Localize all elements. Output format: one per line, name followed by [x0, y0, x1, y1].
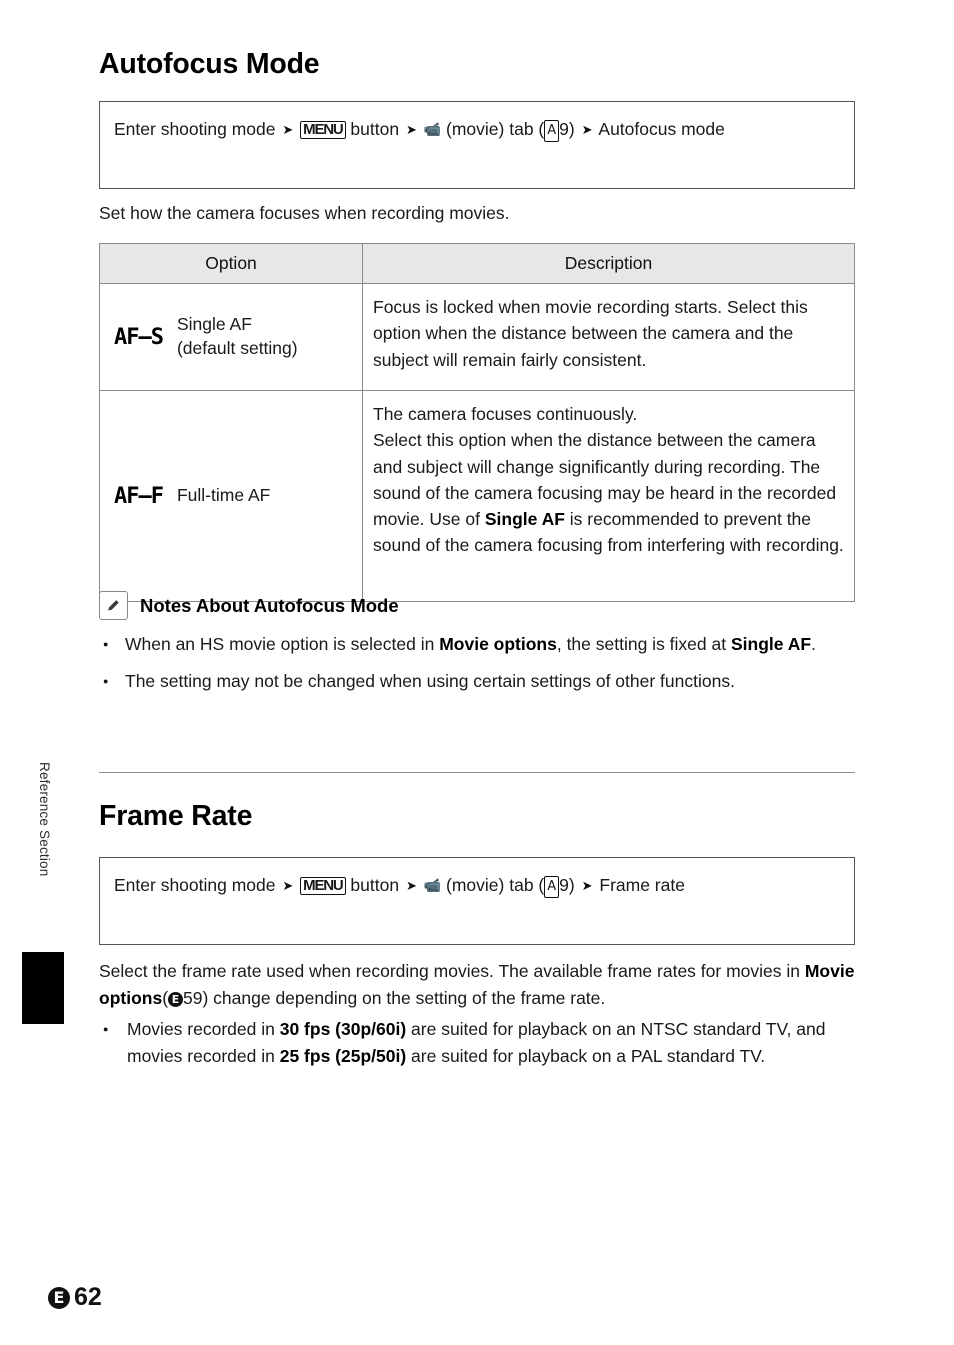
- page-title-frame-rate: Frame Rate: [99, 800, 253, 832]
- notes-list: When an HS movie option is selected in M…: [99, 631, 855, 695]
- option-label-line1: Single AF: [176, 314, 252, 335]
- nav-step-text: Enter shooting mode: [114, 875, 276, 895]
- manual-book-icon: A: [544, 120, 560, 143]
- bullet-bold-30fps: 30 fps (30p/60i): [279, 1019, 407, 1040]
- nav-step-text-3: (movie) tab (: [446, 875, 545, 895]
- intro-text-autofocus: Set how the camera focuses when recordin…: [99, 203, 510, 223]
- description-bold-single-af: Single AF: [484, 509, 565, 529]
- notes-heading-text: Notes About Autofocus Mode: [140, 594, 399, 616]
- nav-step-text-2: button: [350, 875, 400, 895]
- intro-ref-number: 59: [183, 988, 203, 1009]
- column-header-option: Option: [99, 243, 363, 284]
- table-row: AF–S Single AF (default setting) Focus i…: [99, 283, 855, 391]
- movie-camera-icon: 📹: [423, 878, 442, 894]
- nav-page-ref: 9): [559, 875, 575, 895]
- af-f-icon: AF–F: [114, 483, 164, 509]
- bullet-text-pre: Movies recorded in: [127, 1019, 280, 1040]
- nav-step-text-2: button: [350, 119, 400, 139]
- note-text: The setting may not be changed when usin…: [125, 671, 735, 692]
- nav-step-text-3: (movie) tab (: [446, 119, 545, 139]
- nav-page-ref: 9): [559, 119, 575, 139]
- nav-step-text: Enter shooting mode: [114, 119, 276, 139]
- list-item: The setting may not be changed when usin…: [99, 668, 855, 695]
- arrow-icon: ➤: [405, 878, 417, 894]
- bullet-bold-25fps: 25 fps (25p/50i): [279, 1046, 407, 1067]
- page-footer: E 62: [48, 1283, 102, 1312]
- bullet-text-post: are suited for playback on a PAL standar…: [406, 1046, 766, 1067]
- note-bold-movie-options: Movie options: [439, 634, 557, 654]
- list-item: Movies recorded in 30 fps (30p/60i) are …: [99, 1016, 857, 1070]
- nav-step-text-4: Frame rate: [599, 875, 685, 895]
- side-tab-marker: [22, 952, 64, 1024]
- option-cell-single-af: AF–S Single AF (default setting): [99, 283, 363, 391]
- arrow-icon: ➤: [581, 122, 593, 138]
- menu-button-icon: MENU: [300, 121, 346, 139]
- arrow-icon: ➤: [405, 122, 417, 138]
- pencil-note-icon: [99, 591, 128, 620]
- intro-text-frame-rate: Select the frame rate used when recordin…: [99, 958, 857, 1071]
- note-bold-single-af: Single AF: [730, 634, 812, 654]
- e-reference-badge: E: [168, 992, 184, 1008]
- option-cell-fulltime-af: AF–F Full-time AF: [99, 390, 363, 602]
- list-item: When an HS movie option is selected in M…: [99, 631, 855, 658]
- autofocus-options-table: Option Description AF–S Single AF (defau…: [99, 243, 855, 602]
- column-header-description: Description: [362, 243, 855, 284]
- navigation-path-autofocus: Enter shooting mode ➤ MENU button ➤ 📹 (m…: [99, 101, 855, 189]
- side-tab-label: Reference Section: [37, 762, 52, 877]
- table-row: AF–F Full-time AF The camera focuses con…: [99, 390, 855, 602]
- document-page: Reference Section Autofocus Mode Enter s…: [0, 0, 954, 1345]
- notes-section: Notes About Autofocus Mode When an HS mo…: [99, 591, 855, 705]
- description-cell-fulltime-af: The camera focuses continuously. Select t…: [362, 390, 855, 602]
- manual-book-icon: A: [544, 876, 560, 899]
- af-s-icon: AF–S: [114, 324, 164, 350]
- menu-button-icon: MENU: [300, 877, 346, 895]
- option-label-line2: (default setting): [176, 338, 298, 358]
- nav-step-text-4: Autofocus mode: [598, 119, 725, 139]
- page-title-autofocus: Autofocus Mode: [99, 48, 320, 80]
- note-text-pre: When an HS movie option is selected in: [125, 634, 440, 654]
- e-section-badge: E: [48, 1286, 70, 1309]
- arrow-icon: ➤: [282, 878, 294, 894]
- section-divider: [99, 772, 855, 773]
- notes-heading: Notes About Autofocus Mode: [99, 591, 855, 620]
- arrow-icon: ➤: [282, 122, 294, 138]
- intro-text-pre: Select the frame rate used when recordin…: [99, 961, 805, 981]
- navigation-path-frame-rate: Enter shooting mode ➤ MENU button ➤ 📹 (m…: [99, 857, 855, 945]
- table-header-row: Option Description: [99, 243, 855, 284]
- option-label-fulltime-af: Full-time AF: [176, 485, 271, 506]
- option-label-single-af: Single AF (default setting): [177, 313, 298, 360]
- note-text-post: .: [811, 634, 816, 654]
- description-cell-single-af: Focus is locked when movie recording sta…: [362, 283, 855, 391]
- frame-rate-list: Movies recorded in 30 fps (30p/60i) are …: [99, 1016, 857, 1070]
- movie-camera-icon: 📹: [423, 122, 442, 138]
- arrow-icon: ➤: [581, 878, 593, 894]
- intro-text-post: ) change depending on the setting of the…: [202, 988, 606, 1009]
- page-number: 62: [74, 1283, 102, 1311]
- note-text-mid: , the setting is fixed at: [556, 634, 731, 654]
